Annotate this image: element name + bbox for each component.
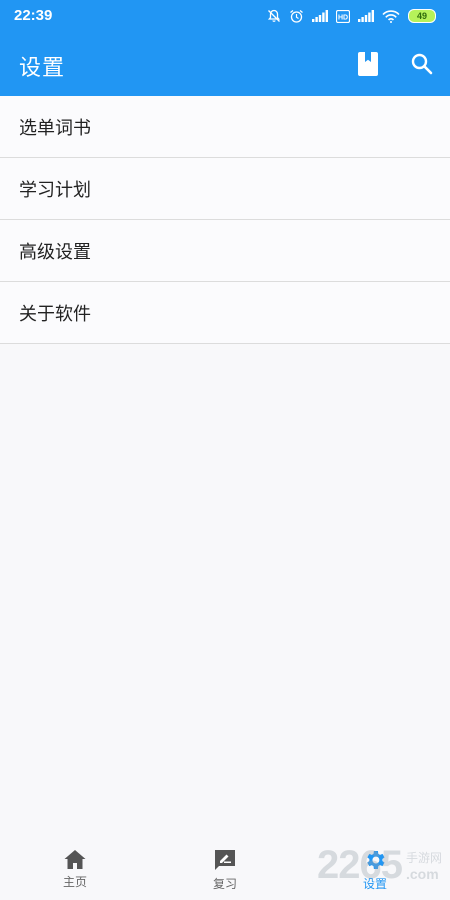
nav-item-review[interactable]: 复习 xyxy=(150,840,300,900)
gear-icon xyxy=(363,848,387,872)
nav-item-settings[interactable]: 设置 xyxy=(300,840,450,900)
status-bar: 22:39 HD 49 xyxy=(0,0,450,33)
signal-icon xyxy=(312,10,328,22)
list-item-about[interactable]: 关于软件 xyxy=(0,282,450,344)
nav-label-home: 主页 xyxy=(62,875,87,889)
status-icons: HD 49 xyxy=(267,8,436,24)
list-item-advanced-settings[interactable]: 高级设置 xyxy=(0,220,450,282)
bell-off-icon xyxy=(267,9,281,23)
app-bar: 设置 xyxy=(0,33,450,96)
hd-icon: HD xyxy=(336,9,350,23)
list-item-label: 高级设置 xyxy=(19,241,91,263)
list-item-select-wordbook[interactable]: 选单词书 xyxy=(0,96,450,158)
settings-list: 选单词书 学习计划 高级设置 关于软件 xyxy=(0,96,450,344)
list-item-label: 关于软件 xyxy=(19,303,91,325)
home-icon xyxy=(63,848,87,870)
status-time: 22:39 xyxy=(14,7,53,24)
battery-icon: 49 xyxy=(408,9,436,23)
review-icon xyxy=(213,848,237,872)
search-icon[interactable] xyxy=(407,49,437,79)
nav-label-settings: 设置 xyxy=(362,877,387,891)
bottom-nav: 主页 复习 设置 xyxy=(0,840,450,900)
svg-text:HD: HD xyxy=(338,14,348,21)
bookmark-book-icon[interactable] xyxy=(353,49,383,79)
signal-icon xyxy=(358,10,374,22)
alarm-icon xyxy=(289,9,304,24)
page-title: 设置 xyxy=(19,56,66,81)
list-item-label: 学习计划 xyxy=(19,179,91,201)
nav-label-review: 复习 xyxy=(212,877,237,891)
nav-item-home[interactable]: 主页 xyxy=(0,840,150,900)
wifi-icon xyxy=(382,9,400,23)
list-item-label: 选单词书 xyxy=(19,117,91,139)
list-item-study-plan[interactable]: 学习计划 xyxy=(0,158,450,220)
